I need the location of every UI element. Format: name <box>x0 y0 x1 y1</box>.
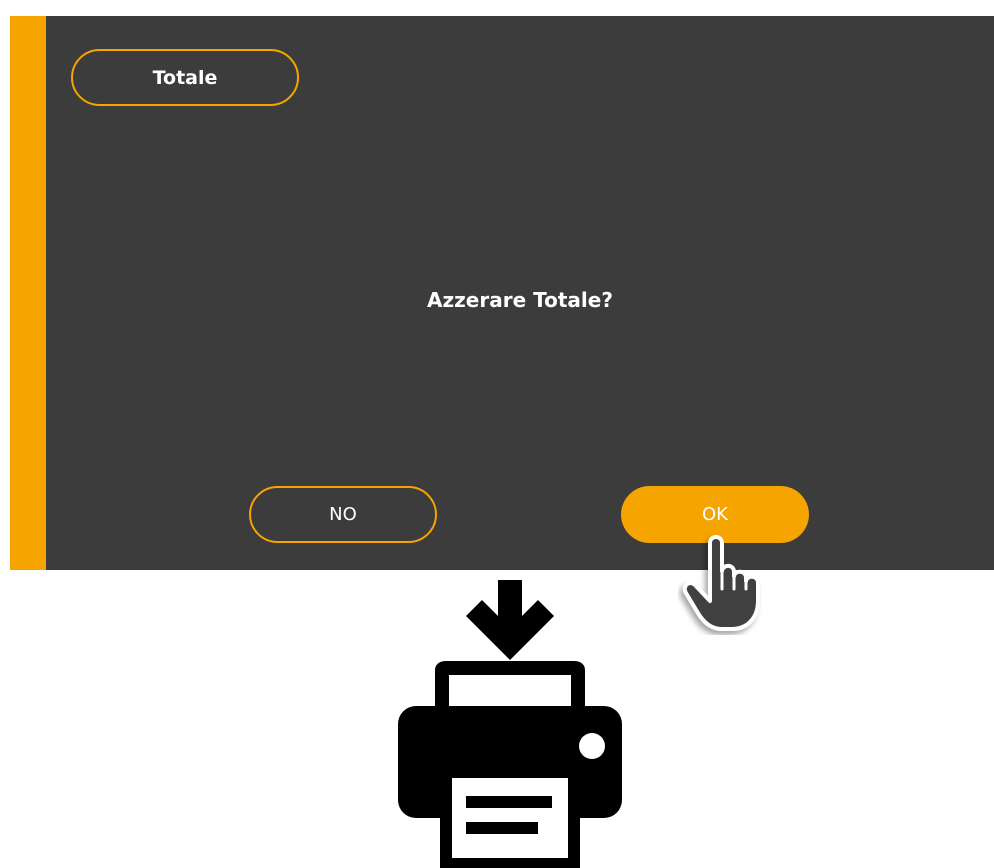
dialog-title: Totale <box>71 49 299 106</box>
tutorial-screen: Totale Azzerare Totale? NO OK <box>0 0 994 868</box>
confirm-message: Azzerare Totale? <box>427 288 613 312</box>
no-button[interactable]: NO <box>249 486 437 543</box>
confirm-dialog: Totale Azzerare Totale? NO OK <box>10 16 994 570</box>
pointing-hand-icon <box>682 535 760 631</box>
printer-icon <box>398 580 622 868</box>
accent-bar <box>10 16 46 570</box>
down-arrow-icon <box>466 580 554 660</box>
